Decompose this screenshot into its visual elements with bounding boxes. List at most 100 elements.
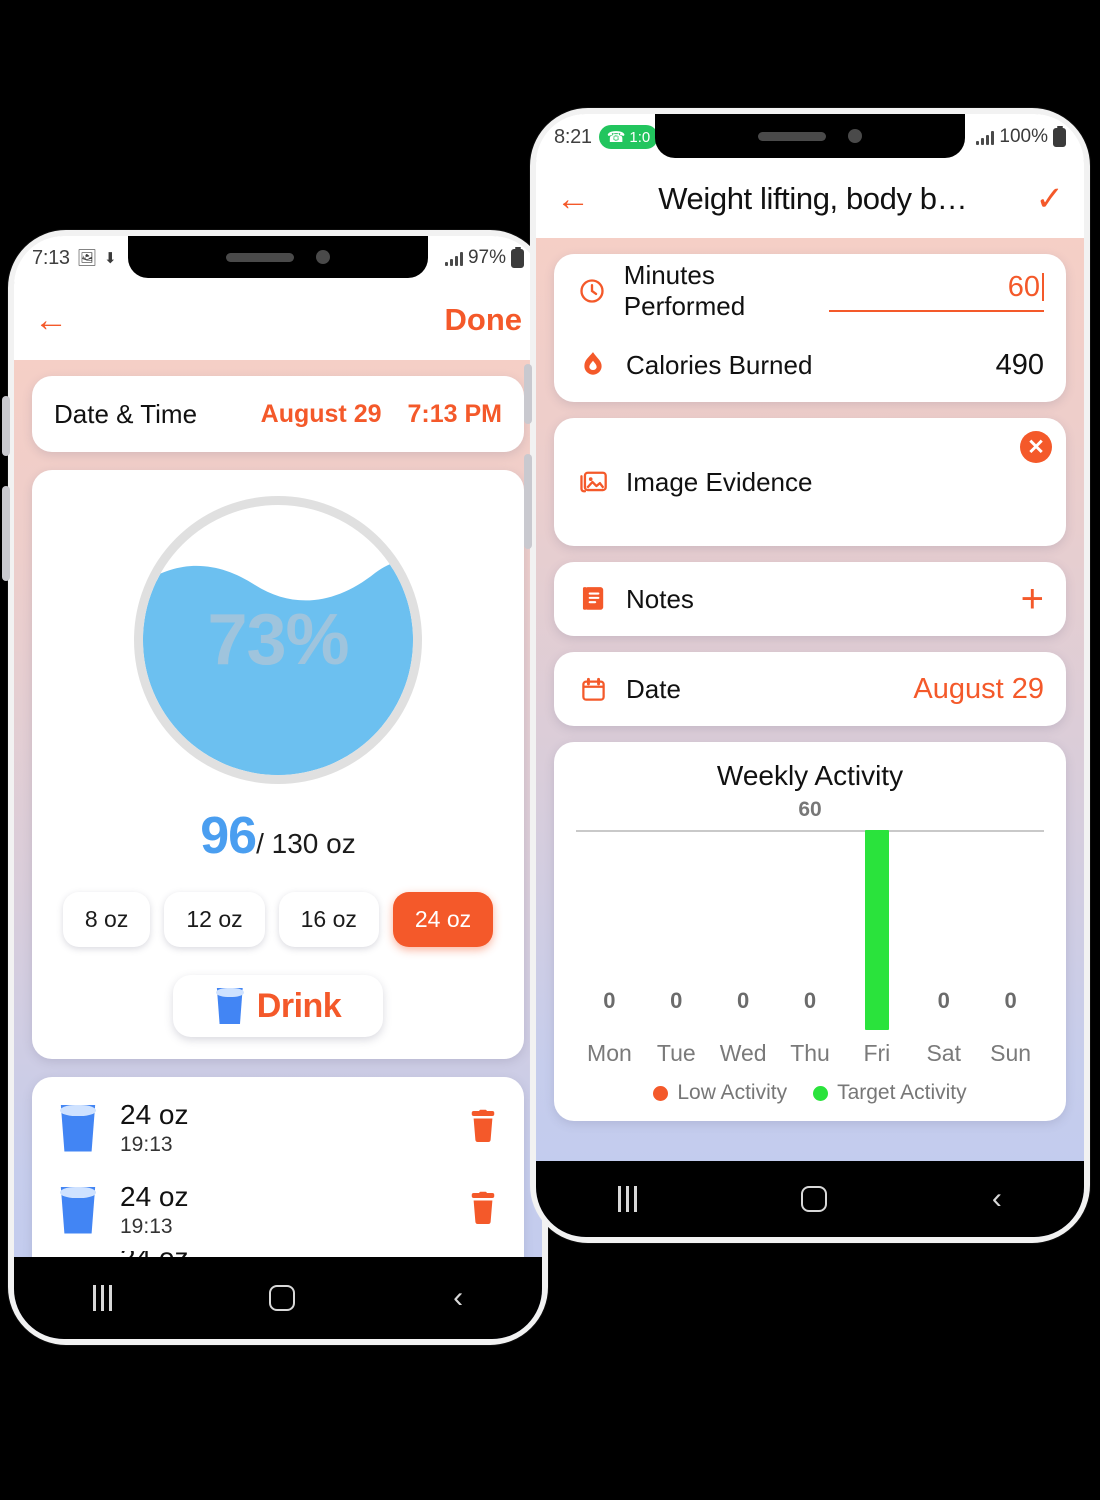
text-caret <box>1042 273 1045 301</box>
time-value[interactable]: 7:13 PM <box>408 400 502 429</box>
power-button[interactable] <box>2 486 10 581</box>
notch <box>128 236 428 278</box>
legend-label-low: Low Activity <box>677 1081 788 1104</box>
amount-option-24oz[interactable]: 24 oz <box>392 892 494 947</box>
amount-option-16oz[interactable]: 16 oz <box>278 892 379 947</box>
battery-icon <box>1053 127 1066 147</box>
front-camera-icon <box>848 129 862 143</box>
minutes-performed-row[interactable]: Minutes Performed 60 <box>554 254 1066 328</box>
x-tick-sat: Sat <box>926 1040 961 1066</box>
water-glass-icon <box>215 988 245 1024</box>
image-icon: 🖼 <box>76 250 98 267</box>
bar-thu[interactable]: 0 <box>777 830 844 1030</box>
power-button[interactable] <box>524 454 532 549</box>
date-value[interactable]: August 29 <box>261 400 382 429</box>
x-tick-thu: Thu <box>790 1040 830 1066</box>
date-time-card[interactable]: Date & Time August 29 7:13 PM <box>32 376 524 452</box>
calories-value: 490 <box>995 348 1044 381</box>
trash-icon[interactable] <box>468 1191 498 1230</box>
amount-option-12oz[interactable]: 12 oz <box>164 892 265 947</box>
back-icon[interactable]: ‹ <box>453 1283 463 1313</box>
image-icon <box>576 469 610 495</box>
earpiece-speaker-icon <box>758 131 826 141</box>
bar-value-tue: 0 <box>670 988 683 1013</box>
bar-fill-fri <box>864 830 889 1030</box>
arrow-left-icon[interactable]: ← <box>556 182 590 216</box>
flame-icon <box>576 351 610 379</box>
left-app-bar: ← Done <box>14 280 542 360</box>
trash-icon[interactable] <box>468 1109 498 1148</box>
log-amount: 24 oz <box>120 1181 189 1212</box>
home-icon[interactable] <box>801 1186 828 1212</box>
recents-icon[interactable] <box>92 1285 112 1311</box>
progress-ring: 73% <box>134 496 422 784</box>
recents-icon[interactable] <box>618 1186 638 1212</box>
legend-dot-low <box>653 1085 669 1101</box>
phone-call-icon[interactable]: ☎ 1:0 <box>598 125 659 149</box>
minutes-value: 60 <box>1007 270 1041 303</box>
bar-mon[interactable]: 0 <box>576 830 643 1030</box>
home-icon[interactable] <box>269 1285 296 1311</box>
battery-percent: 100% <box>999 126 1048 147</box>
amount-options: 8 oz 12 oz 16 oz 24 oz <box>32 892 524 947</box>
image-evidence-card[interactable]: Image Evidence ✕ <box>554 418 1066 546</box>
water-current-value: 96 <box>200 807 257 865</box>
front-camera-icon <box>316 250 330 264</box>
drink-button[interactable]: Drink <box>173 975 383 1037</box>
chart-legend: Low Activity Target Activity <box>554 1081 1066 1105</box>
notch <box>655 114 965 158</box>
water-glass-icon <box>58 1104 98 1152</box>
notes-label: Notes <box>626 583 694 614</box>
bar-wed[interactable]: 0 <box>710 830 777 1030</box>
amount-option-8oz[interactable]: 8 oz <box>62 892 151 947</box>
image-evidence-thumbnail[interactable]: ✕ <box>958 431 1052 525</box>
calories-burned-row[interactable]: Calories Burned 490 <box>554 328 1066 402</box>
bar-fri[interactable] <box>843 830 910 1030</box>
water-percent-label: 73% <box>207 600 349 680</box>
bar-tue[interactable]: 0 <box>643 830 710 1030</box>
signal-icon <box>976 130 995 145</box>
water-goal-label: / 130 oz <box>256 828 356 859</box>
metrics-card: Minutes Performed 60 Calories Burned 490 <box>554 254 1066 402</box>
chart-bars: 0 0 0 0 0 0 <box>576 830 1044 1030</box>
x-tick-wed: Wed <box>719 1040 767 1066</box>
clock-icon <box>576 277 608 305</box>
volume-button[interactable] <box>2 396 10 456</box>
right-phone-screen: 8:21 ☎ 1:0 100% ← Weight lifting, body b… <box>536 114 1084 1237</box>
log-time: 19:13 <box>120 1215 173 1238</box>
done-button[interactable]: Done <box>445 302 523 338</box>
call-duration: 1:0 <box>629 128 651 146</box>
notes-card[interactable]: Notes + <box>554 562 1066 636</box>
right-phone-device: 8:21 ☎ 1:0 100% ← Weight lifting, body b… <box>524 108 1090 1243</box>
water-log-list: 24 oz 19:13 24 oz 19:13 <box>32 1077 524 1277</box>
arrow-left-icon[interactable]: ← <box>34 303 68 337</box>
signal-icon <box>444 251 463 266</box>
status-time: 8:21 <box>554 125 592 148</box>
close-icon[interactable]: ✕ <box>1020 431 1052 463</box>
minutes-input[interactable]: 60 <box>829 270 1045 312</box>
date-card[interactable]: Date August 29 <box>554 652 1066 726</box>
log-amount: 24 oz <box>120 1099 189 1130</box>
weekly-activity-chart: Weekly Activity 60 0 0 0 0 0 0 Mon Tue W… <box>554 742 1066 1121</box>
legend-dot-target <box>813 1085 829 1101</box>
bar-sun[interactable]: 0 <box>977 830 1044 1030</box>
bar-sat[interactable]: 0 <box>910 830 977 1030</box>
legend-label-target: Target Activity <box>837 1081 967 1104</box>
back-icon[interactable]: ‹ <box>992 1184 1002 1214</box>
list-item[interactable]: 24 oz 19:13 <box>32 1169 524 1251</box>
list-item[interactable]: 24 oz 19:13 <box>32 1087 524 1169</box>
notebook-icon <box>576 585 610 613</box>
check-icon[interactable]: ✓ <box>1036 182 1065 216</box>
chart-plot-area: 0 0 0 0 0 0 <box>576 830 1044 1030</box>
plus-icon[interactable]: + <box>1021 579 1044 619</box>
bar-value-mon: 0 <box>603 988 616 1013</box>
date-value[interactable]: August 29 <box>913 673 1044 706</box>
left-phone-screen: 7:13 🖼 ⬇ 97% ← Done Date & Time August 2… <box>14 236 542 1339</box>
bar-value-sat: 0 <box>937 988 950 1013</box>
page-title: Weight lifting, body b… <box>658 181 968 216</box>
battery-percent: 97% <box>467 247 506 268</box>
bar-value-wed: 0 <box>737 988 750 1013</box>
chart-title: Weekly Activity <box>716 760 904 791</box>
download-icon: ⬇ <box>104 250 117 267</box>
volume-button[interactable] <box>524 364 532 424</box>
